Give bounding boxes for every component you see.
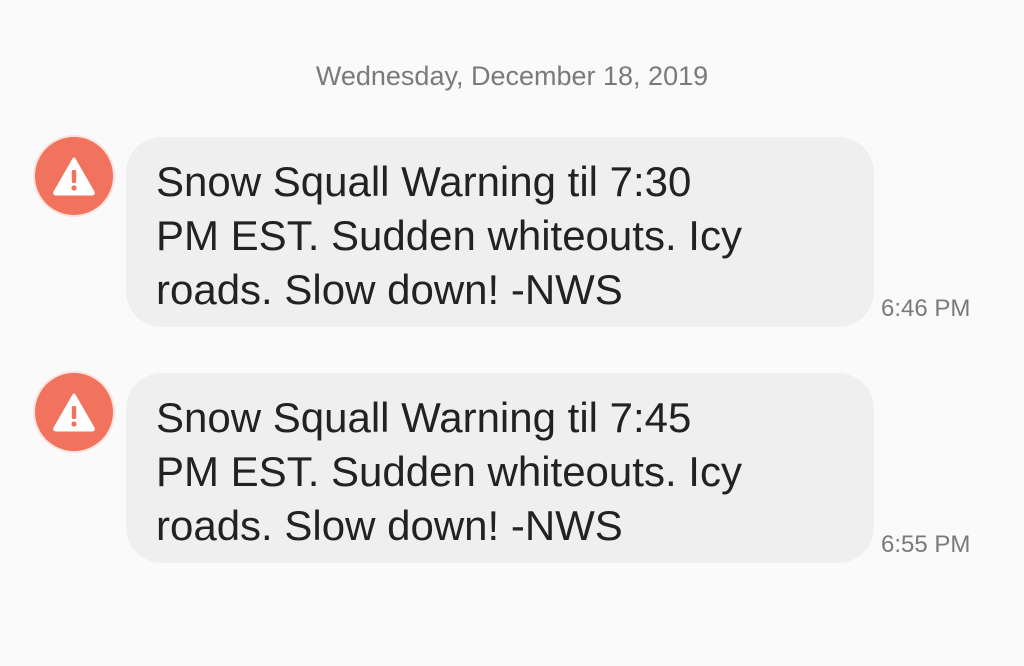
message-bubble[interactable]: Snow Squall Warning til 7:45 PM EST. Sud…: [126, 373, 874, 563]
message-timestamp: 6:55 PM: [881, 531, 971, 558]
message-text: Snow Squall Warning til 7:45 PM EST. Sud…: [156, 394, 742, 549]
message-timestamp: 6:46 PM: [881, 295, 971, 322]
warning-triangle-icon: [53, 157, 95, 196]
message-text: Snow Squall Warning til 7:30 PM EST. Sud…: [156, 158, 742, 313]
warning-triangle-icon: [53, 393, 95, 432]
date-header: Wednesday, December 18, 2019: [315, 61, 709, 91]
message-bubble[interactable]: Snow Squall Warning til 7:30 PM EST. Sud…: [126, 137, 874, 327]
alert-avatar[interactable]: [35, 137, 113, 215]
alert-avatar[interactable]: [35, 373, 113, 451]
